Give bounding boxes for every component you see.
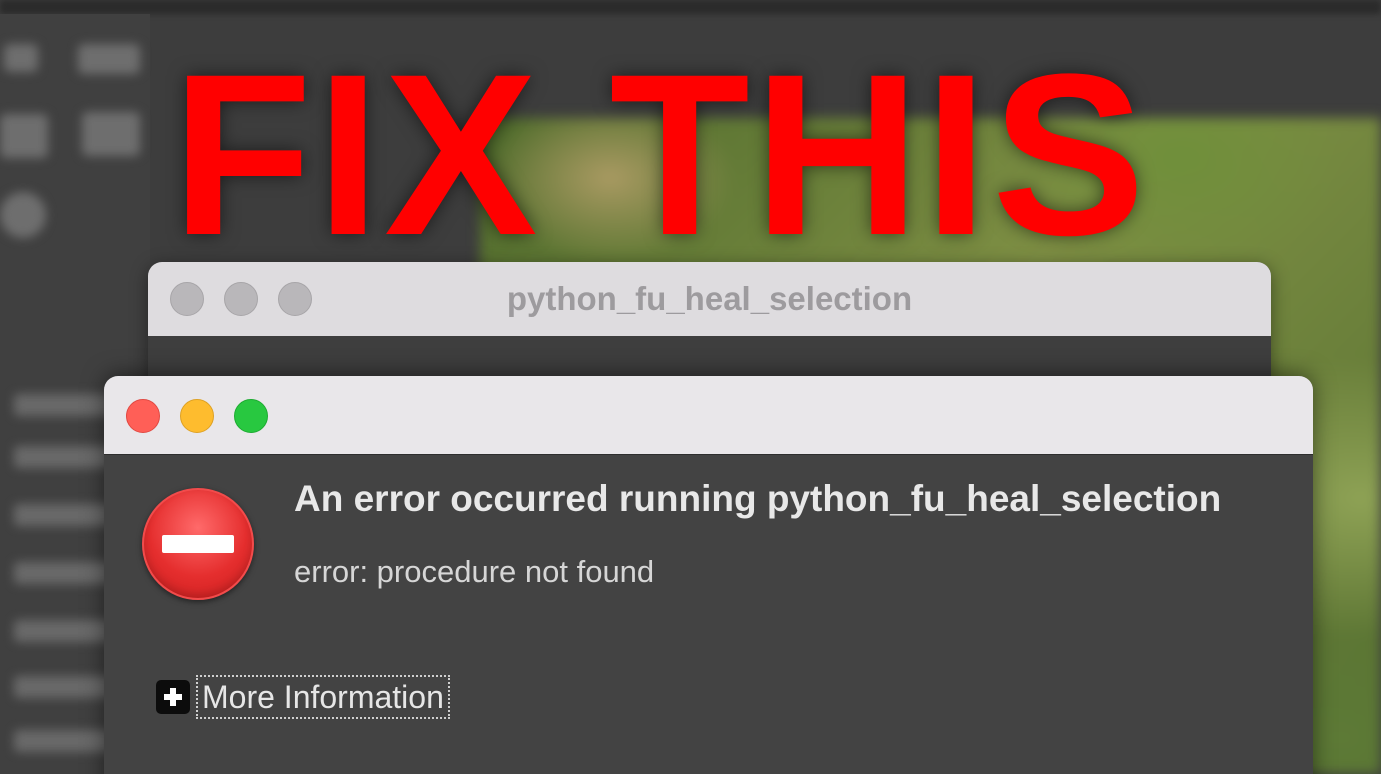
plus-expander-icon[interactable] [156,680,190,714]
more-information-label[interactable]: More Information [196,675,450,719]
plugin-window-titlebar[interactable]: python_fu_heal_selection [148,262,1271,336]
error-dialog-titlebar[interactable] [104,376,1313,455]
overlay-headline: FIX THIS [171,26,1150,283]
window-title: python_fu_heal_selection [506,280,913,317]
error-stop-icon [142,488,254,600]
screen: FIX THIS python_fu_heal_selection An err… [0,0,1381,774]
background-menubar [0,0,1381,14]
option-row [14,446,114,468]
zoom-button[interactable] [234,399,268,433]
plus-vertical-stroke [170,688,176,706]
error-dialog: An error occurred running python_fu_heal… [104,376,1313,774]
error-icon-bar [162,535,234,553]
error-heading: An error occurred running python_fu_heal… [294,478,1222,519]
more-information-expander[interactable]: More Information [156,674,450,720]
close-button[interactable] [126,399,160,433]
minimize-button[interactable] [180,399,214,433]
error-detail: error: procedure not found [294,554,655,589]
